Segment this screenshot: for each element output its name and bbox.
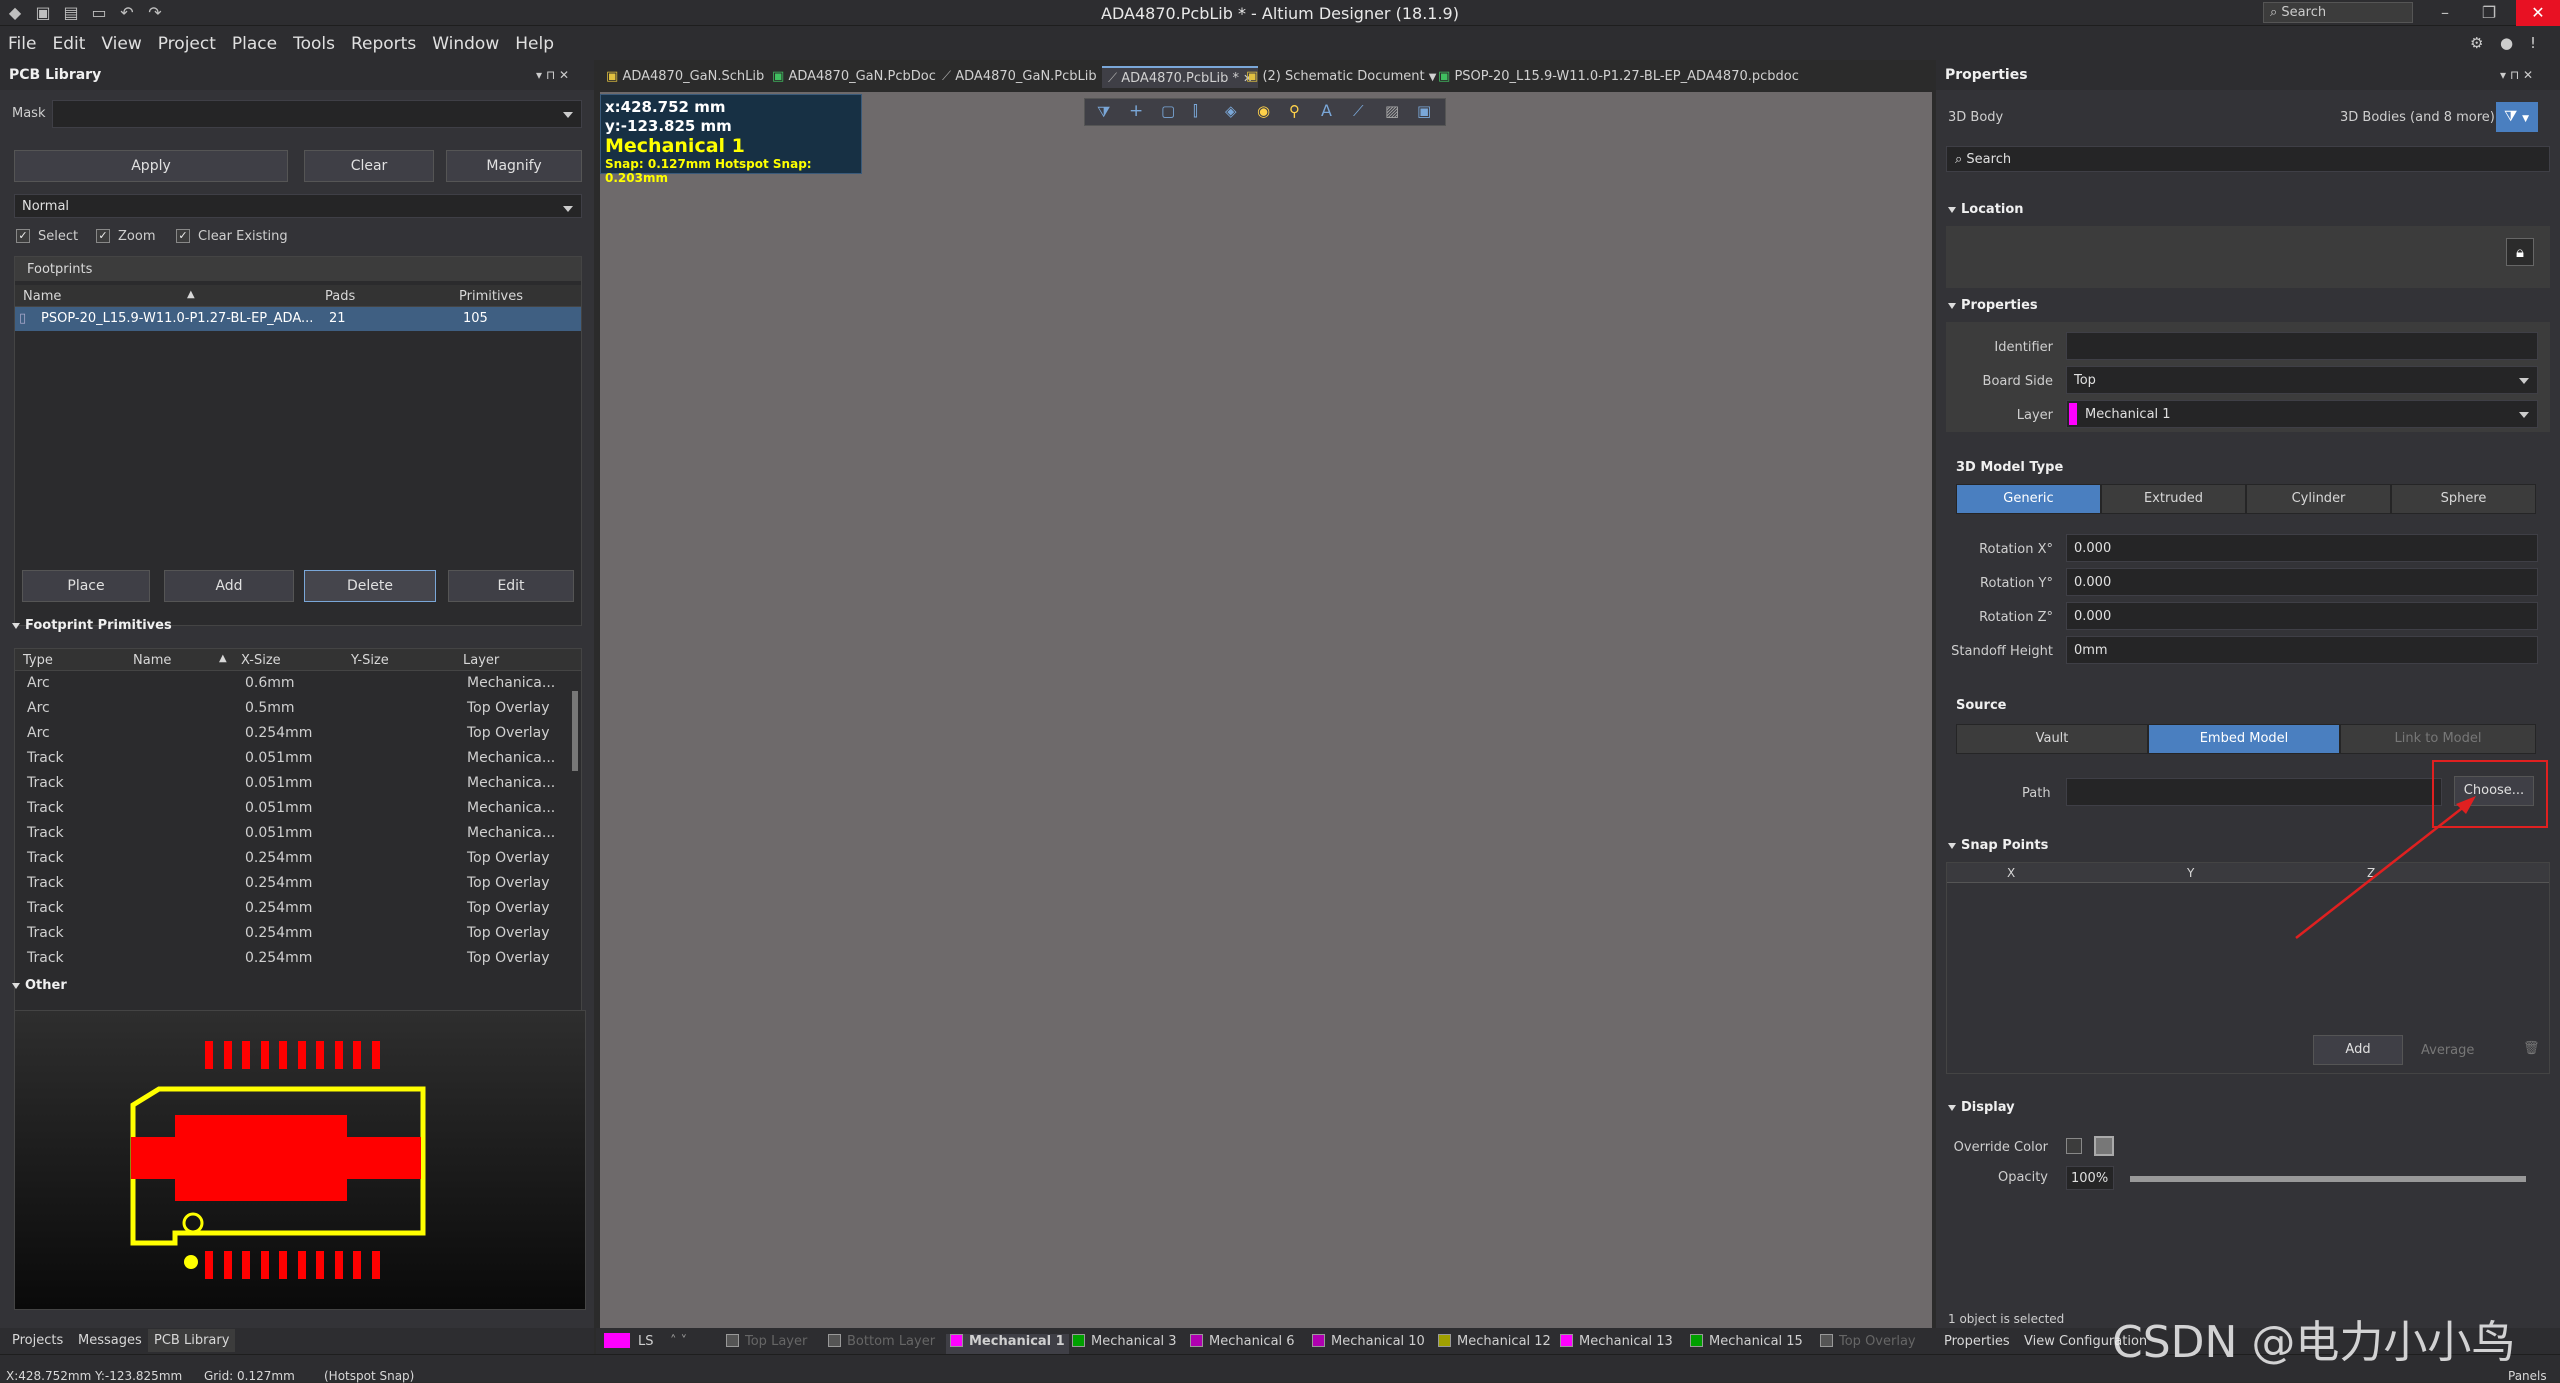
watermark: CSDN @电力小小鸟 (2112, 1317, 2516, 1368)
annotation-arrow (2295, 796, 2476, 939)
